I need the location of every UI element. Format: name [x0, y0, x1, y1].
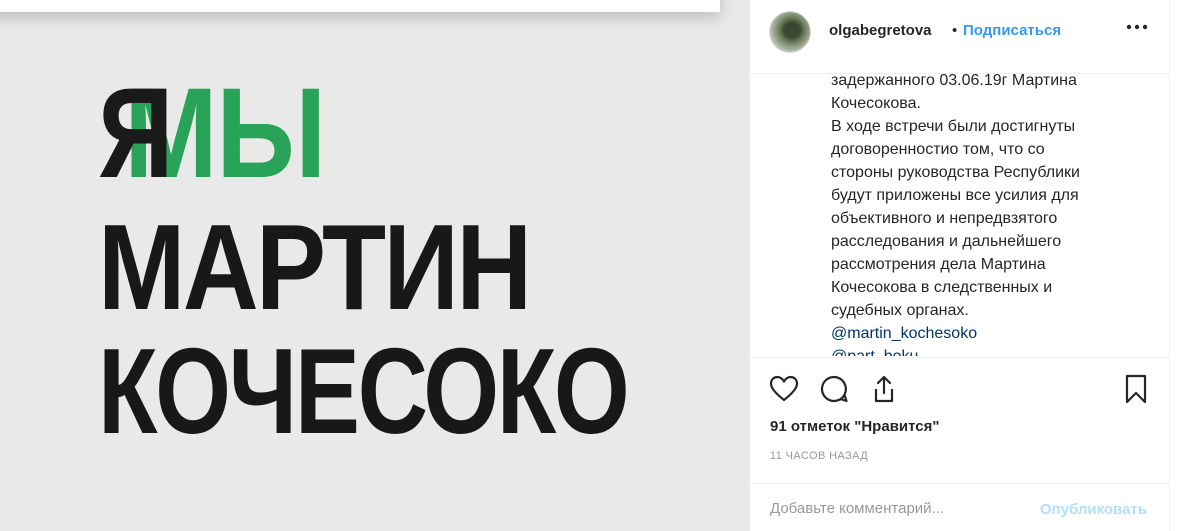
- header-separator: •: [952, 22, 958, 39]
- caption-line: договоренностио том, что со: [831, 141, 1045, 158]
- caption-text: задержанного 03.06.19г Мартина Кочесоков…: [831, 73, 1080, 356]
- post-timestamp[interactable]: 11 ЧАСОВ НАЗАД: [770, 450, 868, 462]
- poster-word-kochesoko: КОЧЕСОКО: [98, 323, 630, 459]
- likes-count[interactable]: 91 отметок "Нравится": [770, 418, 939, 435]
- avatar[interactable]: [769, 11, 811, 53]
- more-options-icon[interactable]: [1124, 14, 1150, 40]
- bookmark-icon[interactable]: [1120, 373, 1152, 405]
- caption-line: будут приложены все усилия для: [831, 187, 1079, 204]
- caption-line: Кочесокова в следственных и: [831, 279, 1053, 296]
- image-top-card: [0, 0, 720, 12]
- post-side-panel: olgabegretova • Подписаться задержанного…: [749, 0, 1170, 531]
- caption-line: Кочесокова.: [831, 95, 921, 112]
- mention-link[interactable]: @martin_kochesoko: [831, 322, 1080, 345]
- post-actions: 91 отметок "Нравится" 11 ЧАСОВ НАЗАД Опу…: [750, 357, 1169, 530]
- post-header: olgabegretova • Подписаться: [750, 0, 1169, 74]
- heart-icon[interactable]: [768, 373, 800, 405]
- post-image[interactable]: МЫ Я МАРТИН КОЧЕСОКО: [0, 0, 749, 531]
- comment-input[interactable]: [770, 500, 1010, 517]
- caption-line: стороны руководства Республики: [831, 164, 1080, 181]
- caption-line: задержанного 03.06.19г Мартина: [831, 73, 1077, 89]
- caption-line: судебных органах.: [831, 302, 969, 319]
- mention-link[interactable]: @part_boku: [831, 345, 1080, 356]
- share-icon[interactable]: [868, 373, 900, 405]
- username-link[interactable]: olgabegretova: [829, 22, 932, 39]
- comment-form: Опубликовать: [750, 483, 1169, 531]
- follow-button[interactable]: Подписаться: [963, 22, 1061, 39]
- more-dots-icon: [1126, 24, 1148, 30]
- caption-line: В ходе встречи были достигнуты: [831, 118, 1076, 135]
- poster-word-martin: МАРТИН: [98, 199, 532, 335]
- caption-line: расследования и дальнейшего: [831, 233, 1062, 250]
- caption-line: рассмотрения дела Мартина: [831, 256, 1046, 273]
- publish-button[interactable]: Опубликовать: [1040, 501, 1147, 518]
- caption-scroll-area[interactable]: задержанного 03.06.19г Мартина Кочесоков…: [831, 73, 1151, 356]
- comment-icon[interactable]: [818, 373, 850, 405]
- poster-letter-ya: Я: [98, 62, 173, 205]
- caption-line: объективного и непредвзятого: [831, 210, 1058, 227]
